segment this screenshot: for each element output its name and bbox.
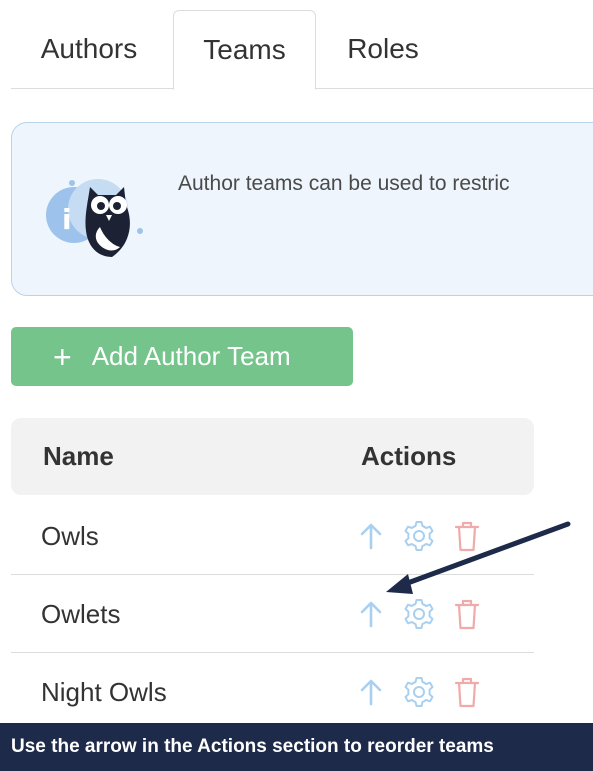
- gear-icon[interactable]: [401, 674, 437, 710]
- team-name: Owlets: [41, 599, 121, 629]
- tab-teams[interactable]: Teams: [173, 10, 316, 90]
- gear-icon[interactable]: [401, 518, 437, 554]
- column-header-actions: Actions: [361, 441, 457, 471]
- gear-icon[interactable]: [401, 596, 437, 632]
- table-row: Owls: [11, 497, 534, 575]
- caption-bar: Use the arrow in the Actions section to …: [0, 723, 593, 771]
- table-row: Night Owls: [11, 653, 534, 731]
- tab-roles[interactable]: Roles: [333, 10, 433, 89]
- tab-authors[interactable]: Authors: [29, 10, 149, 89]
- owl-info-icon: i: [42, 165, 152, 260]
- table-header: Name Actions: [11, 418, 534, 495]
- row-actions: [353, 674, 497, 710]
- trash-icon[interactable]: [449, 518, 485, 554]
- info-message: Author teams can be used to restric: [178, 172, 510, 195]
- add-author-team-button[interactable]: + Add Author Team: [11, 327, 353, 386]
- arrow-up-icon[interactable]: [353, 674, 389, 710]
- arrow-up-icon[interactable]: [353, 596, 389, 632]
- plus-icon: +: [53, 338, 72, 375]
- team-name: Owls: [41, 521, 99, 551]
- team-name: Night Owls: [41, 677, 167, 707]
- tab-bar: Authors Teams Roles: [11, 0, 593, 90]
- table-row: Owlets: [11, 575, 534, 653]
- column-header-name: Name: [43, 441, 114, 471]
- add-button-label: Add Author Team: [91, 341, 291, 371]
- arrow-up-icon[interactable]: [353, 518, 389, 554]
- caption-text: Use the arrow in the Actions section to …: [11, 736, 494, 757]
- row-actions: [353, 518, 497, 554]
- svg-text:i: i: [62, 203, 72, 236]
- trash-icon[interactable]: [449, 674, 485, 710]
- info-banner: i Author teams can be used to restric: [11, 122, 593, 296]
- row-actions: [353, 596, 497, 632]
- trash-icon[interactable]: [449, 596, 485, 632]
